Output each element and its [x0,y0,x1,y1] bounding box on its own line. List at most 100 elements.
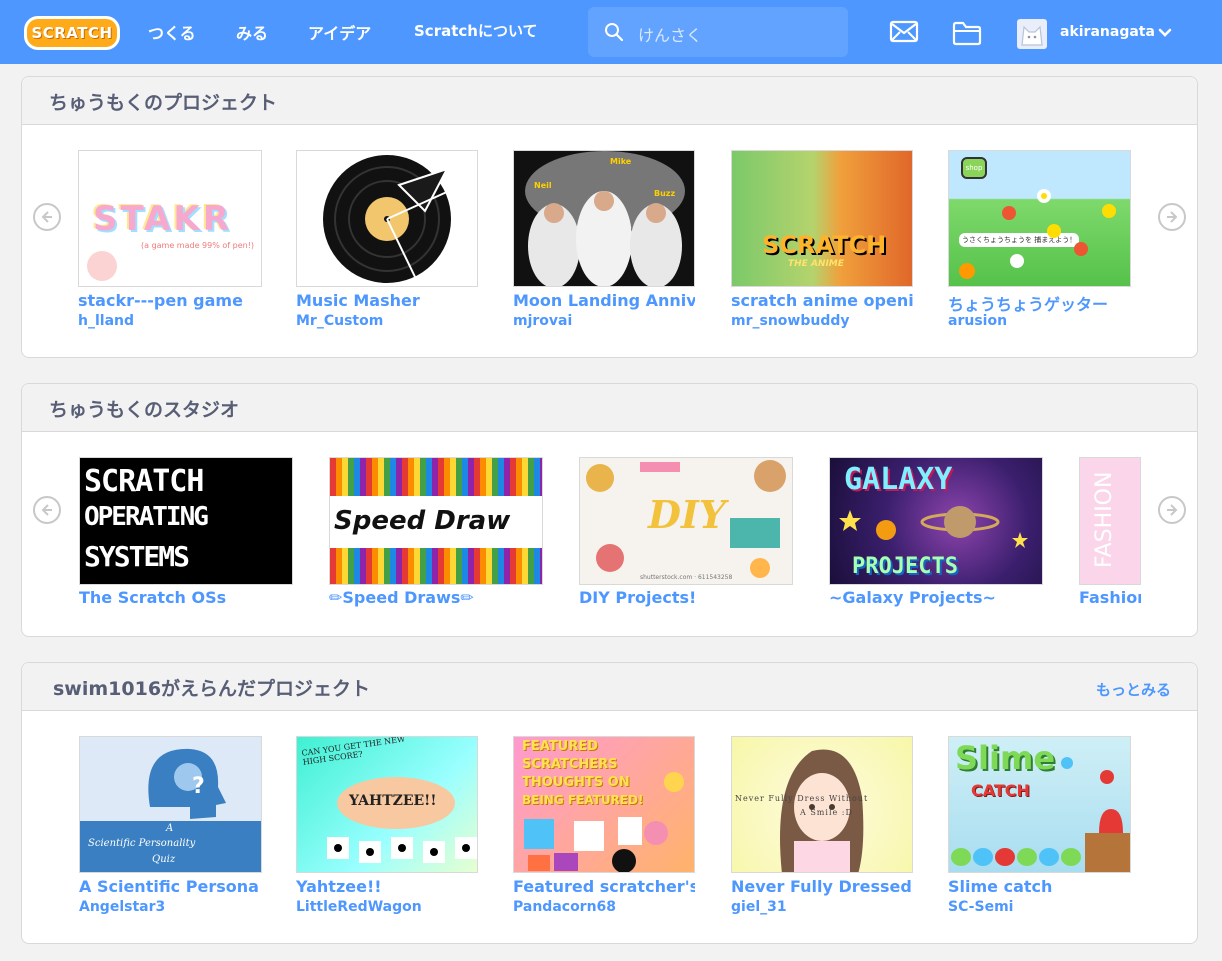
thumbnail-line: Quiz [152,854,176,865]
project-owner[interactable]: mjrovai [513,313,695,329]
nav-explore[interactable]: みる [236,20,268,44]
nav-create[interactable]: つくる [148,20,196,44]
my-stuff-folder-icon[interactable] [952,20,982,46]
studio-thumbnail[interactable]: GALAXY PROJECTS [829,457,1043,585]
project-title[interactable]: ちょうちょうゲッター [948,291,1131,315]
project-thumbnail[interactable]: Neil Mike Buzz [513,150,695,287]
carousel-prev-button[interactable] [33,203,61,231]
project-title[interactable]: scratch anime openi [731,291,913,310]
chevron-down-icon[interactable] [1158,28,1172,38]
cat-avatar-icon [1021,25,1043,46]
project-title[interactable]: Moon Landing Anniv [513,291,695,310]
project-thumbnail[interactable]: STAKR (a game made 99% of pen!) [78,150,262,287]
project-title[interactable]: Featured scratcher's [513,877,695,896]
thumbnail-subtext: A Smile :D [800,808,853,817]
thumbnail-subtext: shutterstock.com · 611543258 [640,574,733,581]
search-placeholder: けんさく [638,26,703,45]
thumbnail-line: PROJECTS [852,554,958,579]
project-title[interactable]: Yahtzee!! [296,877,478,896]
thumbnail-subtext: THE ANIME [788,259,844,269]
thumbnail-text: STAKR [93,199,232,239]
thumbnail-subtext: (a game made 99% of pen!) [141,241,255,250]
project-owner[interactable]: Angelstar3 [79,899,262,915]
project-owner[interactable]: Pandacorn68 [513,899,695,915]
studio-title[interactable]: Fashion [1079,588,1141,607]
flowers-icon [959,189,1116,279]
studio-thumbnail[interactable]: FASHION [1079,457,1141,585]
carousel-prev-button[interactable] [33,496,61,524]
see-more-link[interactable]: もっとみる [1096,679,1171,700]
project-thumbnail[interactable]: CAN YOU GET THE NEW HIGH SCORE? YAHTZEE!… [296,736,478,873]
thumbnail-label: Mike [610,157,632,166]
project-thumbnail[interactable]: Slime CATCH [948,736,1131,873]
top-navigation-bar: SCRATCH つくる みる アイデア Scratchについて けんさく aki… [0,0,1222,64]
project-thumbnail[interactable] [296,150,478,287]
studio-thumbnail[interactable]: DIY shutterstock.com · 611543258 [579,457,793,585]
project-title[interactable]: Never Fully Dressed [731,877,913,896]
username-label[interactable]: akiranagata [1060,24,1155,40]
thumbnail-label: Neil [534,181,552,190]
thumbnail-text: Speed Draw [334,506,511,536]
girl-portrait [780,749,864,872]
project-title[interactable]: Music Masher [296,291,478,310]
arrow-left-icon [41,504,52,516]
project-title[interactable]: Slime catch [948,877,1131,896]
svg-text:?: ? [192,774,205,799]
studio-title[interactable]: The Scratch OSs [79,588,293,607]
project-thumbnail[interactable]: shop うさくちょうちょうを 捕まえよう！ [948,150,1131,287]
project-title[interactable]: A Scientific Persona [79,877,262,896]
user-avatar[interactable] [1017,19,1047,49]
search-icon [605,23,624,42]
project-owner[interactable]: mr_snowbuddy [731,313,913,329]
thumbnail-label: Buzz [654,189,676,198]
thumbnail-line: SYSTEMS [84,540,190,573]
search-input[interactable]: けんさく [588,7,848,57]
project-owner[interactable]: Mr_Custom [296,313,478,329]
astronauts-photo [525,151,685,286]
thumbnail-line: A [166,823,174,834]
arrow-right-icon [1167,211,1178,223]
thumbnail-text: FASHION [1092,471,1117,568]
project-owner[interactable]: SC-Semi [948,899,1131,915]
vinyl-record-icon [323,155,451,283]
thumbnail-line: Scientific Personality [88,838,196,849]
sticker-collage-icon [524,772,684,872]
project-owner[interactable]: LittleRedWagon [296,899,478,915]
project-thumbnail[interactable]: ? A Scientific Personality Quiz [79,736,262,873]
curated-projects-section: swim1016がえらんだプロジェクト もっとみる ? A Scientific… [21,662,1198,944]
project-title[interactable]: stackr---pen game [78,291,262,310]
project-thumbnail[interactable]: SCRATCH THE ANIME [731,150,913,287]
section-title: ちゅうもくのプロジェクト [49,92,278,114]
thumbnail-line: SCRATCH [84,464,204,499]
thumbnail-line: OPERATING [84,502,209,532]
slime-characters-icon [951,757,1130,872]
avatar [87,251,117,281]
studio-thumbnail[interactable]: Speed Draw [329,457,543,585]
project-thumbnail[interactable]: FEATURED SCRATCHERS THOUGHTS ON BEING FE… [513,736,695,873]
scratch-logo[interactable]: SCRATCH [24,16,120,50]
studio-thumbnail[interactable]: SCRATCH OPERATING SYSTEMS [79,457,293,585]
studio-title[interactable]: ✏Speed Draws✏ [329,588,543,607]
section-title: swim1016がえらんだプロジェクト [53,678,371,700]
studio-title[interactable]: ~Galaxy Projects~ [829,588,1043,607]
messages-icon[interactable] [889,20,919,44]
nav-about[interactable]: Scratchについて [414,20,538,41]
carousel-next-button[interactable] [1158,496,1186,524]
project-owner[interactable]: arusion [948,313,1131,329]
nav-ideas[interactable]: アイデア [308,20,371,44]
carousel-next-button[interactable] [1158,203,1186,231]
dice-icon [327,837,477,863]
section-header: ちゅうもくのスタジオ [22,384,1197,432]
project-thumbnail[interactable]: Never Fully Dress Without A Smile :D [731,736,913,873]
featured-projects-section: ちゅうもくのプロジェクト STAKR (a game made 99% of p… [21,76,1198,358]
thumbnail-text: DIY [648,492,726,537]
studio-title[interactable]: DIY Projects! [579,588,793,607]
project-owner[interactable]: giel_31 [731,899,913,915]
section-header: swim1016がえらんだプロジェクト もっとみる [22,663,1197,711]
thumbnail-text: Never Fully Dress Without [735,794,869,803]
section-header: ちゅうもくのプロジェクト [22,77,1197,125]
project-owner[interactable]: h_lland [78,313,262,329]
arrow-left-icon [41,211,52,223]
logo-text: SCRATCH [31,24,113,42]
featured-studios-section: ちゅうもくのスタジオ SCRATCH OPERATING SYSTEMS The… [21,383,1198,637]
